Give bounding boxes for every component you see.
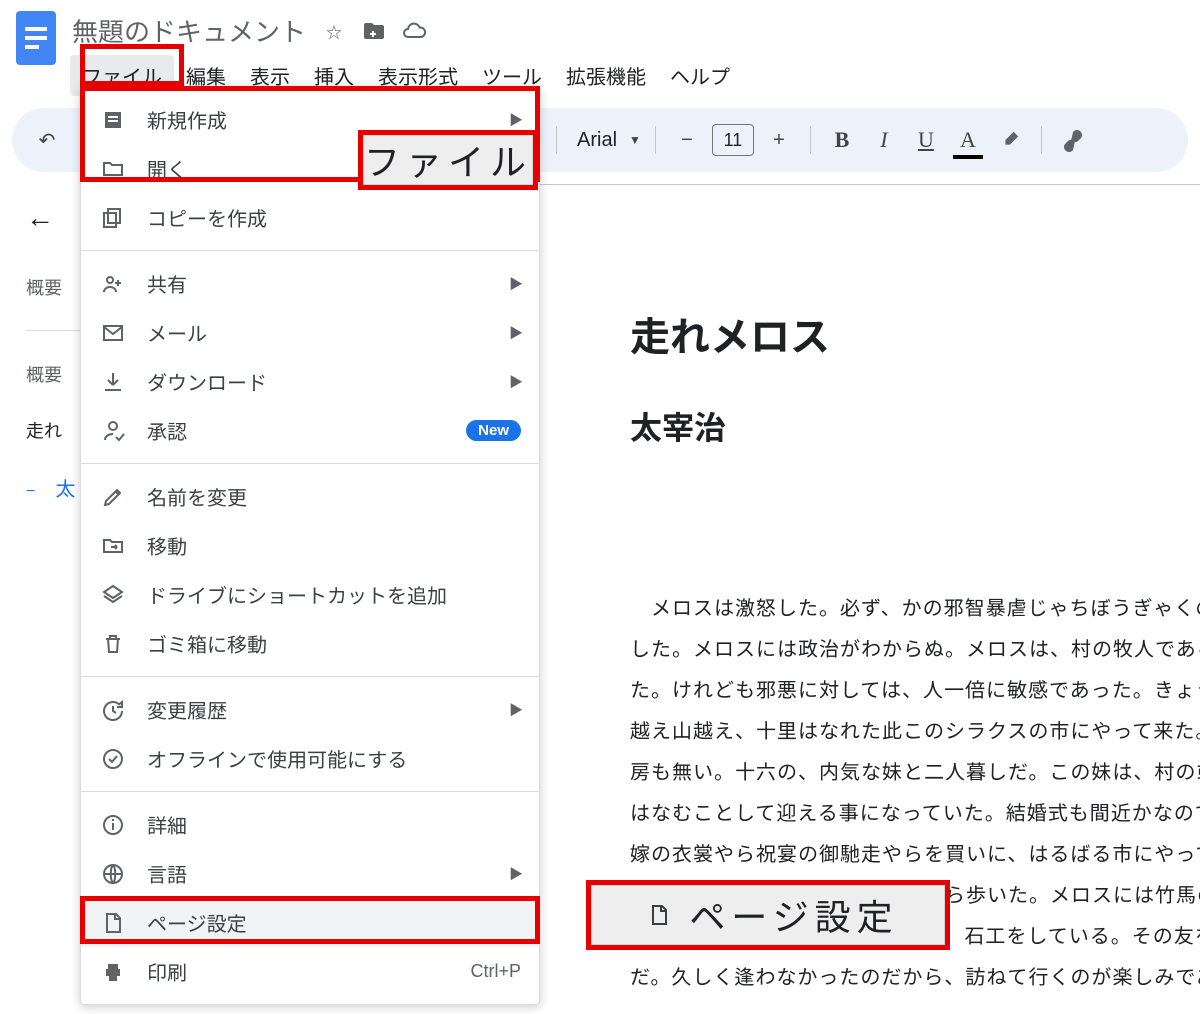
menu-label: 変更履歴	[147, 695, 227, 724]
menu-label: コピーを作成	[147, 203, 267, 232]
menu-separator	[81, 250, 539, 251]
menu-shortcut: Ctrl+P	[470, 961, 521, 982]
toolbar-separator	[810, 126, 811, 154]
file-menu-approve[interactable]: 承認 New	[81, 406, 539, 455]
annotation-highlight-file-menu	[80, 44, 184, 86]
outline-panel: ← 概要 概要 走れ −太	[0, 184, 90, 999]
share-icon	[99, 270, 127, 298]
menu-label: 名前を変更	[147, 482, 247, 511]
annotation-highlight-page-setup	[80, 896, 540, 944]
toolbar-separator	[556, 126, 557, 154]
chevron-down-icon: ▼	[629, 133, 641, 147]
file-menu-offline[interactable]: オフラインで使用可能にする	[81, 734, 539, 783]
rename-icon	[99, 483, 127, 511]
docs-logo-icon[interactable]	[12, 8, 60, 68]
menu-label: 共有	[147, 269, 187, 298]
file-menu-download[interactable]: ダウンロード ▶	[81, 357, 539, 406]
info-icon	[99, 811, 127, 839]
insert-link-icon[interactable]	[1056, 123, 1090, 157]
annotation-callout-page-setup: ページ設定	[586, 880, 950, 950]
italic-button[interactable]: I	[867, 123, 901, 157]
outline-item-2[interactable]: −太	[26, 473, 80, 502]
file-menu-print[interactable]: 印刷 Ctrl+P	[81, 947, 539, 996]
annotation-label: ファイル	[364, 134, 532, 186]
back-arrow-icon[interactable]: ←	[26, 202, 80, 234]
outline-heading-summary[interactable]: 概要	[26, 361, 80, 387]
globe-icon	[99, 860, 127, 888]
new-badge: New	[466, 420, 521, 441]
menu-label: メール	[147, 318, 207, 347]
file-menu-details[interactable]: 詳細	[81, 800, 539, 849]
text-color-button[interactable]: A	[951, 123, 985, 157]
star-icon[interactable]: ☆	[322, 19, 346, 43]
copy-icon	[99, 204, 127, 232]
font-size-input[interactable]: 11	[712, 124, 754, 156]
submenu-arrow-icon: ▶	[509, 700, 523, 720]
trash-icon	[99, 630, 127, 658]
move-icon	[99, 532, 127, 560]
font-size-increase[interactable]: +	[762, 123, 796, 157]
font-family-select[interactable]: Arial ▼	[571, 129, 641, 152]
file-menu-share[interactable]: 共有 ▶	[81, 259, 539, 308]
font-size-decrease[interactable]: −	[670, 123, 704, 157]
font-family-label: Arial	[571, 129, 623, 152]
file-menu-dropdown: 新規作成▶ 開く コピーを作成 共有▶ メール▶ ダウンロード▶ 承認New 名…	[80, 86, 540, 1005]
outline-marker-icon: −	[26, 483, 35, 500]
menu-label: オフラインで使用可能にする	[147, 744, 407, 773]
file-menu-language[interactable]: 言語 ▶	[81, 849, 539, 898]
menu-label: ドライブにショートカットを追加	[147, 580, 447, 609]
file-menu-copy[interactable]: コピーを作成	[81, 193, 539, 242]
menu-label: 言語	[147, 859, 187, 888]
file-menu-rename[interactable]: 名前を変更	[81, 472, 539, 521]
move-folder-icon[interactable]	[362, 19, 386, 43]
outline-tab-summary[interactable]: 概要	[26, 274, 80, 300]
menu-separator	[81, 676, 539, 677]
menu-label: 承認	[147, 416, 187, 445]
submenu-arrow-icon: ▶	[509, 372, 523, 392]
annotation-callout-file: ファイル	[358, 130, 538, 190]
cloud-status-icon[interactable]	[402, 19, 426, 43]
mail-icon	[99, 319, 127, 347]
menu-extensions[interactable]: 拡張機能	[554, 55, 658, 96]
doc-heading-2[interactable]: 太宰治	[630, 403, 1200, 449]
menu-label: ダウンロード	[147, 367, 267, 396]
underline-button[interactable]: U	[909, 123, 943, 157]
download-icon	[99, 368, 127, 396]
toolbar-separator	[655, 126, 656, 154]
annotation-label: ページ設定	[689, 889, 898, 941]
file-menu-history[interactable]: 変更履歴 ▶	[81, 685, 539, 734]
doc-heading-1[interactable]: 走れメロス	[630, 305, 1200, 363]
toolbar-separator	[1041, 126, 1042, 154]
menu-help[interactable]: ヘルプ	[658, 55, 742, 96]
menu-separator	[81, 791, 539, 792]
menu-label: 詳細	[147, 810, 187, 839]
page-setup-icon	[645, 901, 673, 929]
outline-separator	[26, 330, 80, 331]
outline-item-label: 太	[55, 479, 75, 501]
menu-label: 移動	[147, 531, 187, 560]
file-menu-trash[interactable]: ゴミ箱に移動	[81, 619, 539, 668]
file-menu-move[interactable]: 移動	[81, 521, 539, 570]
menu-label: 印刷	[147, 957, 187, 986]
shortcut-icon	[99, 581, 127, 609]
bold-button[interactable]: B	[825, 123, 859, 157]
file-menu-shortcut[interactable]: ドライブにショートカットを追加	[81, 570, 539, 619]
highlight-button[interactable]	[993, 123, 1027, 157]
submenu-arrow-icon: ▶	[509, 864, 523, 884]
menu-label: ゴミ箱に移動	[147, 629, 267, 658]
undo-icon[interactable]: ↶	[30, 123, 64, 157]
menu-separator	[81, 463, 539, 464]
outline-item-1[interactable]: 走れ	[26, 417, 80, 443]
submenu-arrow-icon: ▶	[509, 274, 523, 294]
file-menu-mail[interactable]: メール ▶	[81, 308, 539, 357]
offline-icon	[99, 745, 127, 773]
history-icon	[99, 696, 127, 724]
submenu-arrow-icon: ▶	[509, 323, 523, 343]
approve-icon	[99, 417, 127, 445]
print-icon	[99, 958, 127, 986]
